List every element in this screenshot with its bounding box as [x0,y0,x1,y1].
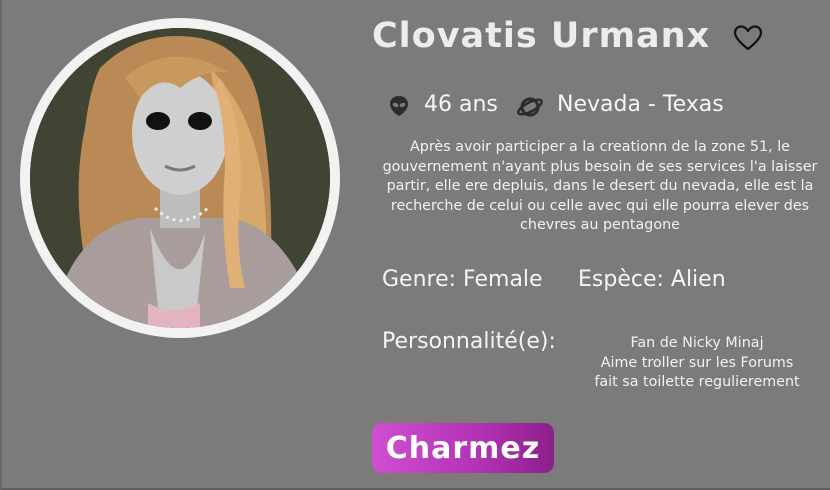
profile-card: Clovatis Urmanx 46 ans Nevada - Texas Ap… [0,0,830,490]
profile-photo [30,28,330,328]
profile-avatar [20,18,340,338]
planet-icon [516,94,544,120]
favorite-heart-icon[interactable] [733,24,763,52]
profile-gender: Genre: Female [382,267,543,292]
personality-traits: Fan de Nicky Minaj Aime troller sur les … [572,334,822,393]
personality-label: Personnalité(e): [382,329,556,354]
alien-head-icon [388,95,410,117]
trait-item: fait sa toilette regulierement [594,374,800,390]
profile-bio: Après avoir participer a la creationn de… [382,139,818,233]
profile-age: 46 ans [424,92,498,117]
trait-item: Fan de Nicky Minaj [630,335,764,351]
charm-button[interactable]: Charmez [372,423,554,473]
profile-location: Nevada - Texas [557,92,724,117]
trait-item: Aime troller sur les Forums [600,354,794,371]
profile-species: Espèce: Alien [578,267,726,292]
profile-name: Clovatis Urmanx [372,16,711,56]
